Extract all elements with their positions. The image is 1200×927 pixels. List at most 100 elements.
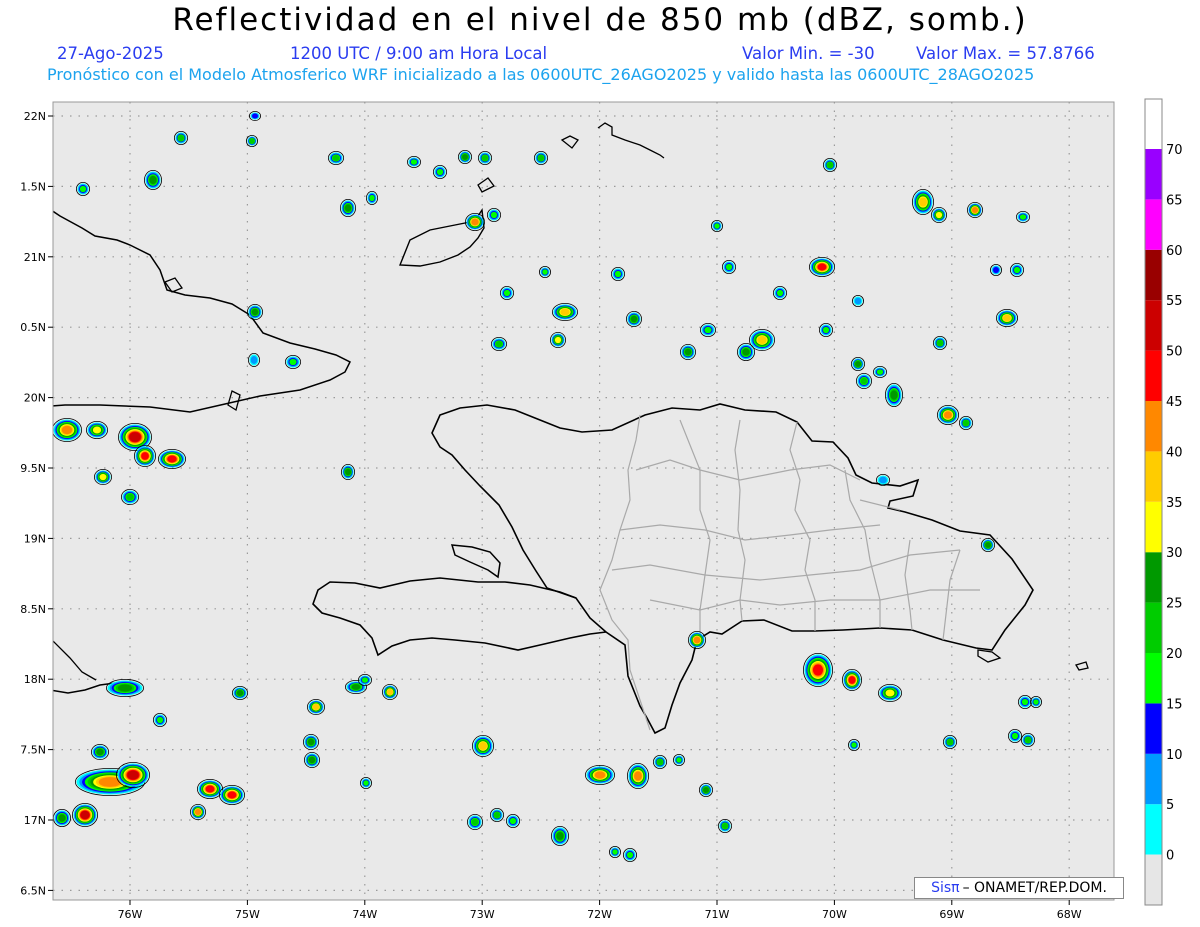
- lon-label: 75W: [235, 908, 260, 921]
- echo-cell: [996, 308, 1019, 327]
- echo-cell: [819, 322, 834, 337]
- echo-cell: [943, 735, 958, 750]
- lat-label: 19N: [24, 532, 46, 545]
- echo-cell: [1008, 729, 1023, 744]
- echo-cell: [609, 846, 622, 859]
- echo-cell: [959, 415, 974, 430]
- echo-cell: [937, 404, 960, 425]
- echo-cell: [152, 713, 167, 728]
- legend-label: 50: [1166, 345, 1183, 360]
- echo-cell: [700, 322, 717, 337]
- echo-cell: [1010, 262, 1025, 277]
- echo-cell: [912, 188, 935, 215]
- echo-cell: [218, 785, 245, 806]
- longitude-labels: 76W 75W 74W 73W 72W 71W 70W 69W 68W: [118, 900, 1082, 921]
- lat-label: 20N: [24, 392, 46, 405]
- echo-cell: [552, 302, 579, 321]
- legend-label: 5: [1166, 798, 1174, 813]
- legend-label: 60: [1166, 244, 1183, 259]
- lat-label: 1.5N: [20, 180, 46, 193]
- echo-cell: [157, 448, 186, 469]
- legend-swatch: [1145, 552, 1162, 603]
- echo-cell: [967, 201, 984, 218]
- echo-cell: [534, 150, 549, 165]
- echo-cell: [86, 420, 109, 439]
- echo-cell: [116, 762, 151, 789]
- echo-cell: [611, 266, 626, 281]
- echo-cell: [246, 303, 263, 320]
- echo-cell: [673, 754, 686, 767]
- echo-cell: [551, 826, 570, 847]
- legend-swatch: [1145, 149, 1162, 200]
- echo-cell: [851, 356, 866, 371]
- echo-cell: [432, 164, 447, 179]
- echo-cell: [121, 488, 140, 505]
- echo-cell: [848, 739, 861, 752]
- echo-cell: [231, 686, 248, 701]
- legend-label: 65: [1166, 193, 1183, 208]
- lat-label: 17N: [24, 814, 46, 827]
- echo-cell: [627, 763, 650, 790]
- lon-label: 72W: [587, 908, 612, 921]
- echo-cell: [173, 130, 188, 145]
- echo-cell: [876, 473, 891, 486]
- legend-swatch: [1145, 401, 1162, 452]
- credit-box: Sisπ – ONAMET/REP.DOM.: [914, 877, 1124, 899]
- lon-label: 68W: [1057, 908, 1082, 921]
- legend-label: 55: [1166, 294, 1183, 309]
- echo-cell: [302, 734, 319, 751]
- echo-cell: [878, 684, 903, 703]
- echo-cell: [489, 808, 504, 823]
- echo-cell: [653, 755, 668, 770]
- echo-cell: [809, 256, 836, 277]
- echo-cell: [737, 342, 756, 361]
- legend-swatch: [1145, 804, 1162, 855]
- lat-label: 8.5N: [20, 603, 46, 616]
- echo-cell: [990, 263, 1003, 276]
- lat-label: 7.5N: [20, 744, 46, 757]
- lat-label: 0.5N: [20, 321, 46, 334]
- echo-cell: [981, 538, 996, 553]
- echo-cell: [680, 343, 697, 360]
- lon-label: 70W: [822, 908, 847, 921]
- echo-cell: [933, 335, 948, 350]
- lon-label: 73W: [470, 908, 495, 921]
- legend-label: 15: [1166, 697, 1183, 712]
- echo-cell: [486, 207, 501, 222]
- echo-cell: [856, 372, 873, 389]
- echo-cell: [245, 134, 258, 147]
- legend-label: 35: [1166, 496, 1183, 511]
- echo-cell: [133, 444, 156, 467]
- legend-swatch: [1145, 501, 1162, 553]
- legend-swatch: [1145, 451, 1162, 502]
- echo-cell: [340, 463, 355, 480]
- legend-swatch: [1145, 249, 1162, 301]
- legend-swatch: [1145, 602, 1162, 653]
- latitude-labels: 22N 1.5N 21N 0.5N 20N 9.5N 19N 8.5N 18N 7.5N 17N 6.…: [20, 110, 53, 897]
- echo-cell: [306, 699, 325, 716]
- echo-cell: [1030, 696, 1043, 709]
- echo-cell: [842, 669, 863, 692]
- legend-swatch: [1145, 753, 1162, 805]
- echo-cell: [1021, 733, 1036, 748]
- echo-cell: [471, 735, 494, 758]
- echo-cell: [143, 169, 162, 190]
- legend-label: 70: [1166, 143, 1183, 158]
- echo-cell: [457, 149, 472, 164]
- lon-label: 69W: [939, 908, 964, 921]
- echo-cell: [91, 744, 110, 761]
- lat-label: 6.5N: [20, 884, 46, 897]
- legend-below-box: [1145, 854, 1162, 905]
- echo-cell: [711, 219, 724, 232]
- echo-cell: [499, 285, 514, 300]
- echo-cell: [248, 111, 261, 122]
- echo-cell: [327, 150, 344, 165]
- echo-cell: [106, 679, 145, 698]
- echo-cell: [53, 418, 82, 442]
- echo-cell: [623, 848, 638, 863]
- legend-swatch: [1145, 199, 1162, 250]
- echo-cell: [359, 777, 372, 790]
- echo-cell: [53, 809, 72, 828]
- echo-cell: [339, 198, 356, 217]
- lat-label: 21N: [24, 251, 46, 264]
